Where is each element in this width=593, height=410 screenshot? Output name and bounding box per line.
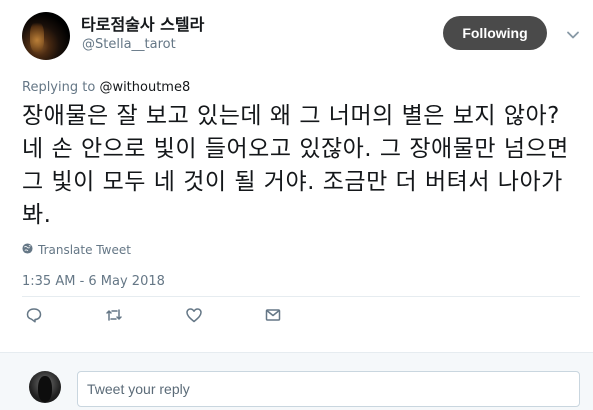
like-icon[interactable] — [183, 304, 205, 326]
reply-icon[interactable] — [23, 304, 45, 326]
replying-to-mention[interactable]: @withoutme8 — [99, 80, 190, 95]
translate-tweet-link[interactable]: Translate Tweet — [22, 243, 131, 257]
message-icon[interactable] — [262, 304, 284, 326]
tweet-text: 장애물은 잘 보고 있는데 왜 그 너머의 별은 보지 않아? 네 손 안으로 … — [22, 103, 569, 228]
chevron-down-icon[interactable] — [565, 27, 581, 43]
user-handle[interactable]: @Stella__tarot — [82, 37, 176, 52]
divider — [22, 296, 580, 297]
reply-composer — [0, 352, 593, 410]
globe-icon — [22, 243, 33, 257]
retweet-icon[interactable] — [103, 304, 125, 326]
tweet-timestamp[interactable]: 1:35 AM - 6 May 2018 — [22, 274, 165, 289]
replying-to-prefix: Replying to — [22, 80, 100, 95]
current-user-avatar[interactable] — [29, 371, 61, 403]
display-name[interactable]: 타로점술사 스텔라 — [81, 11, 204, 35]
following-button[interactable]: Following — [443, 16, 547, 50]
replying-to: Replying to @withoutme8 — [22, 80, 190, 95]
user-avatar[interactable] — [22, 12, 70, 60]
reply-input[interactable] — [77, 371, 580, 407]
translate-label[interactable]: Translate Tweet — [38, 243, 131, 257]
